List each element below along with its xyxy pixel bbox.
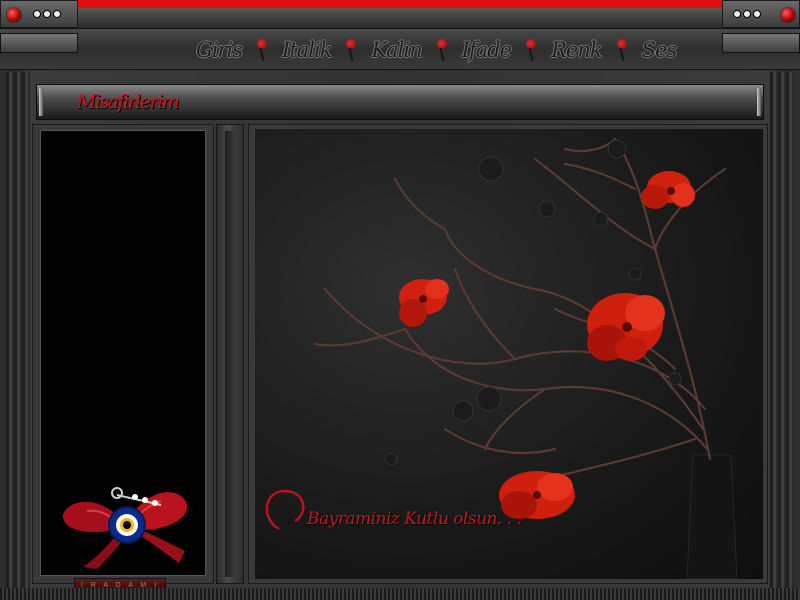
dots-icon[interactable] [733, 10, 761, 18]
menu-item-italik[interactable]: Italik [282, 38, 332, 62]
right-window-controls [722, 0, 800, 28]
red-flower-icon [345, 37, 357, 63]
guest-list-panel [32, 124, 214, 584]
red-flower-icon [616, 37, 628, 63]
top-accent-strip [0, 0, 800, 8]
red-flowers-branches-image: Bayraminiz Kutlu olsun. . . [255, 129, 763, 579]
red-flower-icon [525, 37, 537, 63]
right-pillar [770, 72, 794, 600]
panel-divider [216, 124, 244, 584]
red-orb-icon[interactable] [781, 8, 795, 22]
main-content-panel: Bayraminiz Kutlu olsun. . . [248, 124, 768, 584]
greeting-text: Bayraminiz Kutlu olsun. . . [307, 509, 522, 529]
evil-eye-bow-icon [62, 487, 188, 569]
dots-icon[interactable] [33, 10, 61, 18]
header-right-cap [757, 88, 761, 116]
page-title: Misafirlerim [77, 91, 180, 113]
red-orb-icon[interactable] [7, 8, 21, 22]
menu-item-ifade[interactable]: Ifade [462, 38, 512, 62]
left-menu-cap [0, 33, 78, 53]
header-left-cap [39, 88, 43, 116]
title-bar [0, 8, 800, 29]
guest-list-area[interactable] [40, 130, 206, 576]
main-menu: Giris Italik Kalin Ifade Renk Ses [196, 37, 678, 63]
right-menu-cap [722, 33, 800, 53]
menu-bar: Giris Italik Kalin Ifade Renk Ses [0, 29, 800, 70]
header-bar: Misafirlerim [36, 84, 764, 120]
red-flower-icon [256, 37, 268, 63]
left-pillar [6, 72, 30, 600]
divider-groove [225, 131, 235, 577]
left-window-controls [0, 0, 78, 28]
menu-item-renk[interactable]: Renk [551, 38, 602, 62]
bottom-bar [0, 588, 800, 600]
menu-item-kalin[interactable]: Kalin [371, 38, 422, 62]
menu-item-giris[interactable]: Giris [196, 38, 243, 62]
red-flower-icon [436, 37, 448, 63]
menu-item-ses[interactable]: Ses [642, 38, 678, 62]
